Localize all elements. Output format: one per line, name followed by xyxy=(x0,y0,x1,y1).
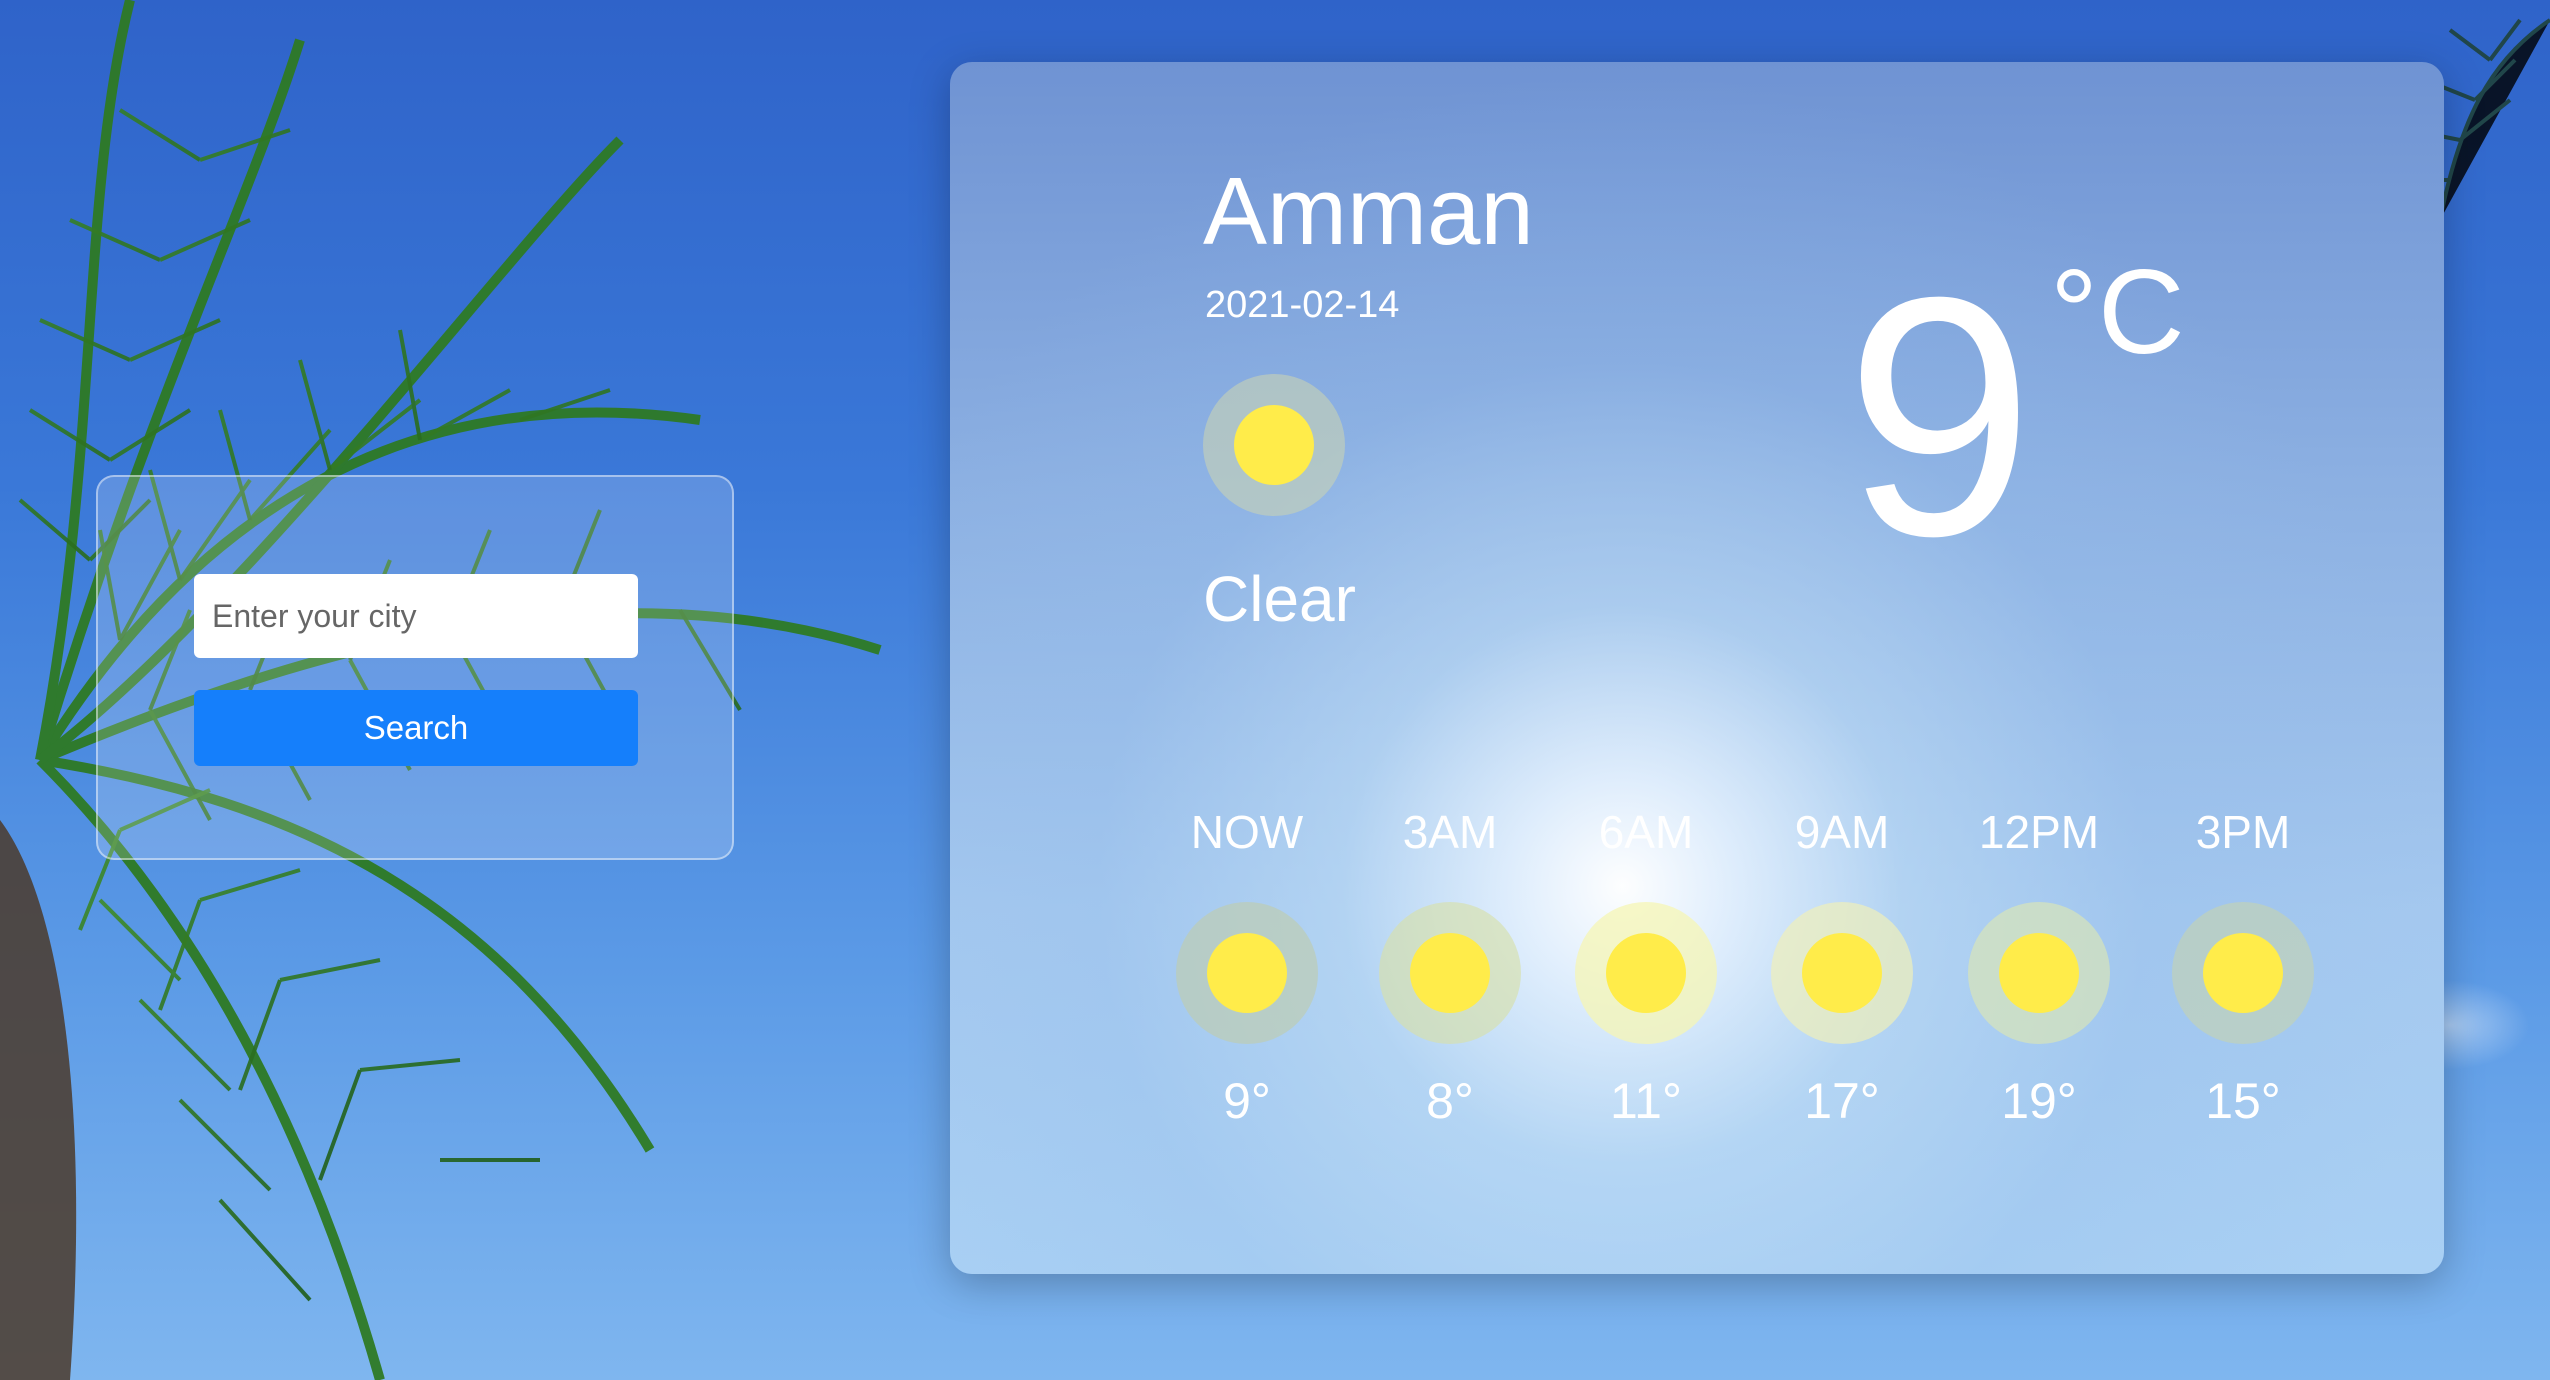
forecast-item: 6AM 11° xyxy=(1546,802,1746,1130)
forecast-time: 3AM xyxy=(1402,806,1498,858)
forecast-time: NOW xyxy=(1190,806,1304,858)
sun-icon xyxy=(1176,902,1318,1044)
forecast-item: 9AM 17° xyxy=(1742,802,1942,1130)
search-panel: Search xyxy=(96,475,734,860)
hourly-forecast: NOW 9° 3AM 8° 6AM 11° 9AM 17° 12PM 19° 3… xyxy=(950,802,2444,1202)
current-date: 2021-02-14 xyxy=(1205,284,1400,326)
sun-icon xyxy=(1968,902,2110,1044)
temperature-unit: °C xyxy=(2050,245,2185,379)
search-button[interactable]: Search xyxy=(194,690,638,766)
sun-icon xyxy=(1203,374,1345,516)
forecast-temp: 15° xyxy=(2205,1073,2281,1129)
forecast-temp: 19° xyxy=(2001,1073,2077,1129)
forecast-item: 3PM 15° xyxy=(2143,802,2343,1130)
forecast-temp: 11° xyxy=(1610,1073,1682,1129)
city-name: Amman xyxy=(1203,158,1534,265)
forecast-temp: 9° xyxy=(1223,1073,1271,1129)
sun-icon xyxy=(1379,902,1521,1044)
weather-card: Amman 2021-02-14 Clear 9 °C NOW 9° 3AM 8… xyxy=(950,62,2444,1274)
sun-icon xyxy=(1771,902,1913,1044)
forecast-time: 9AM xyxy=(1794,806,1890,858)
forecast-item: NOW 9° xyxy=(1147,802,1347,1130)
city-search-input[interactable] xyxy=(194,574,638,658)
forecast-temp: 8° xyxy=(1426,1073,1474,1129)
forecast-time: 6AM xyxy=(1598,806,1694,858)
forecast-time: 3PM xyxy=(2195,806,2291,858)
forecast-temp: 17° xyxy=(1804,1073,1880,1129)
forecast-time: 12PM xyxy=(1978,806,2100,858)
current-temperature: 9 xyxy=(1845,227,2035,607)
sun-icon xyxy=(2172,902,2314,1044)
forecast-item: 3AM 8° xyxy=(1350,802,1550,1130)
forecast-item: 12PM 19° xyxy=(1939,802,2139,1130)
weather-condition: Clear xyxy=(1203,563,1356,635)
sun-icon xyxy=(1575,902,1717,1044)
